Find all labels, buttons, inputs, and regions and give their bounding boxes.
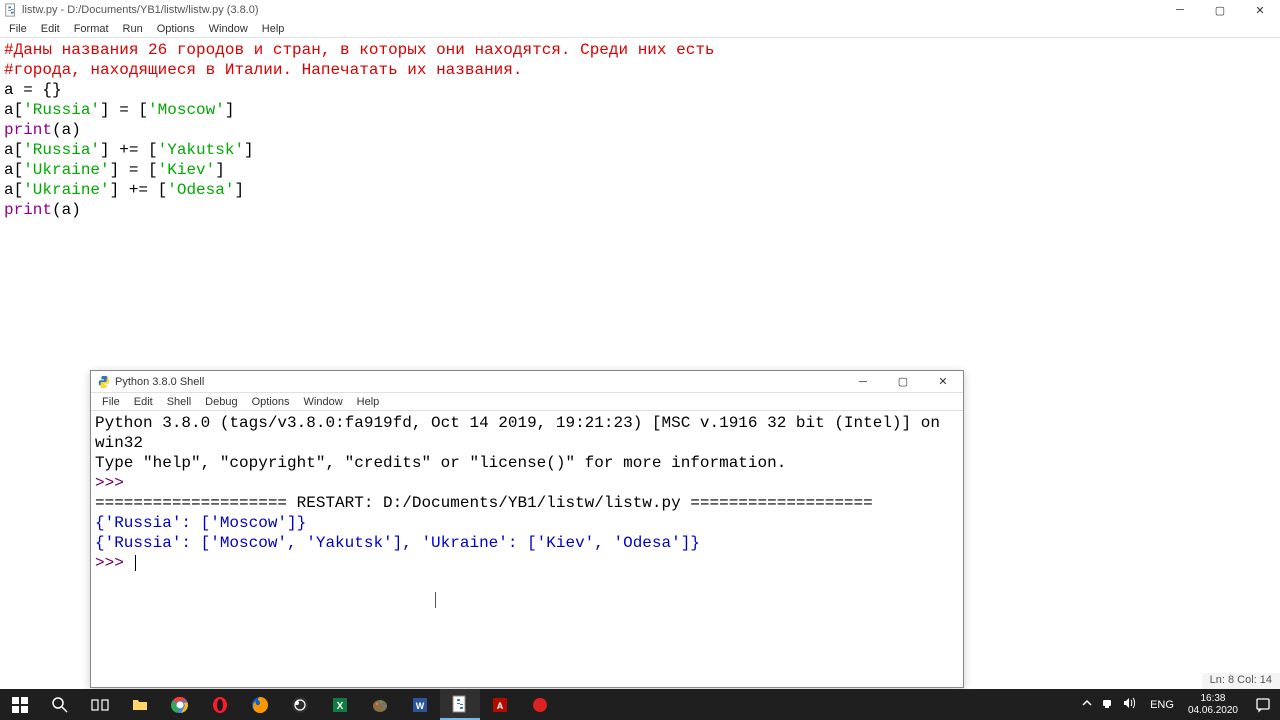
record-icon[interactable]	[520, 689, 560, 720]
svg-text:W: W	[416, 701, 425, 711]
menu-edit[interactable]: Edit	[34, 22, 67, 36]
obs-icon[interactable]	[280, 689, 320, 720]
search-button[interactable]	[40, 689, 80, 720]
editor-title: listw.py - D:/Documents/YB1/listw/listw.…	[22, 4, 259, 16]
python-shell-icon	[97, 375, 111, 389]
shell-maximize-button[interactable]: ▢	[883, 371, 923, 393]
shell-menu-help[interactable]: Help	[350, 395, 387, 409]
minimize-button[interactable]: ─	[1160, 0, 1200, 20]
editor-menubar: File Edit Format Run Options Window Help	[0, 20, 1280, 38]
menu-help[interactable]: Help	[255, 22, 292, 36]
editor-titlebar: listw.py - D:/Documents/YB1/listw/listw.…	[0, 0, 1280, 20]
maximize-button[interactable]: ▢	[1200, 0, 1240, 20]
shell-minimize-button[interactable]: ─	[843, 371, 883, 393]
clock[interactable]: 16:38 04.06.2020	[1180, 693, 1246, 717]
shell-window: Python 3.8.0 Shell ─ ▢ ✕ File Edit Shell…	[90, 370, 964, 688]
menu-options[interactable]: Options	[150, 22, 202, 36]
shell-menubar: File Edit Shell Debug Options Window Hel…	[91, 393, 963, 411]
shell-window-controls: ─ ▢ ✕	[843, 371, 963, 393]
svg-text:X: X	[337, 701, 344, 712]
opera-icon[interactable]	[200, 689, 240, 720]
shell-menu-shell[interactable]: Shell	[160, 395, 198, 409]
editor-statusbar: Ln: 8 Col: 14	[1202, 673, 1280, 689]
word-icon[interactable]: W	[400, 689, 440, 720]
menu-file[interactable]: File	[2, 22, 34, 36]
chevron-up-icon[interactable]	[1082, 698, 1092, 711]
taskbar-right: ENG 16:38 04.06.2020	[1074, 689, 1280, 720]
shell-menu-debug[interactable]: Debug	[198, 395, 244, 409]
menu-window[interactable]: Window	[202, 22, 255, 36]
text-cursor-icon	[435, 592, 436, 608]
menu-format[interactable]: Format	[67, 22, 116, 36]
python-file-icon	[4, 3, 18, 17]
start-button[interactable]	[0, 689, 40, 720]
file-explorer-icon[interactable]	[120, 689, 160, 720]
notifications-button[interactable]	[1246, 689, 1280, 720]
system-tray[interactable]	[1074, 696, 1144, 713]
shell-menu-edit[interactable]: Edit	[127, 395, 160, 409]
language-indicator[interactable]: ENG	[1144, 699, 1180, 711]
shell-close-button[interactable]: ✕	[923, 371, 963, 393]
task-view-button[interactable]	[80, 689, 120, 720]
editor-window-controls: ─ ▢ ✕	[1160, 0, 1280, 20]
clock-date: 04.06.2020	[1188, 705, 1238, 717]
menu-run[interactable]: Run	[116, 22, 150, 36]
chrome-icon[interactable]	[160, 689, 200, 720]
network-icon[interactable]	[1100, 696, 1114, 713]
shell-menu-window[interactable]: Window	[297, 395, 350, 409]
shell-output-area[interactable]: Python 3.8.0 (tags/v3.8.0:fa919fd, Oct 1…	[91, 411, 963, 687]
idle-taskbar-icon[interactable]	[440, 689, 480, 720]
firefox-icon[interactable]	[240, 689, 280, 720]
shell-menu-file[interactable]: File	[95, 395, 127, 409]
volume-icon[interactable]	[1122, 696, 1136, 713]
svg-text:A: A	[497, 701, 504, 711]
shell-title: Python 3.8.0 Shell	[115, 376, 204, 388]
shell-menu-options[interactable]: Options	[245, 395, 297, 409]
paint-icon[interactable]	[360, 689, 400, 720]
acrobat-icon[interactable]: A	[480, 689, 520, 720]
close-button[interactable]: ✕	[1240, 0, 1280, 20]
clock-time: 16:38	[1188, 693, 1238, 705]
excel-icon[interactable]: X	[320, 689, 360, 720]
taskbar: X W A ENG 16:38 04.06.2020	[0, 689, 1280, 720]
shell-titlebar: Python 3.8.0 Shell ─ ▢ ✕	[91, 371, 963, 393]
